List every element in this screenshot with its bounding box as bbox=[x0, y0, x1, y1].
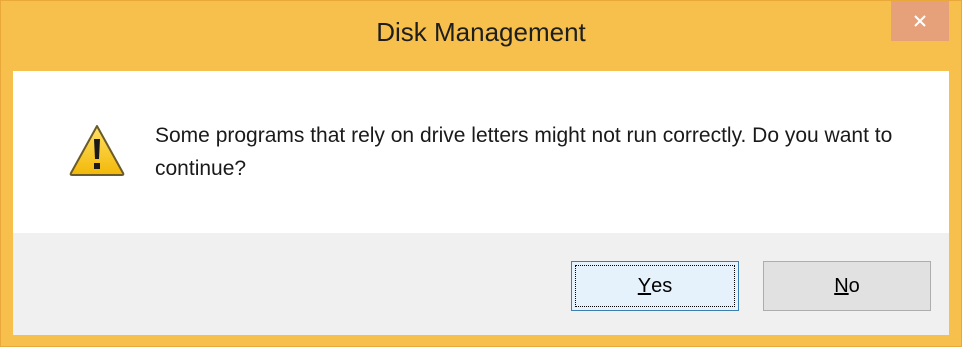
no-mnemonic: N bbox=[834, 274, 849, 297]
window-title: Disk Management bbox=[376, 17, 586, 47]
dialog-message: Some programs that rely on drive letters… bbox=[155, 124, 893, 180]
close-icon bbox=[914, 15, 926, 27]
no-label-rest: o bbox=[848, 274, 860, 297]
title-bar[interactable]: Disk Management bbox=[1, 1, 961, 71]
no-button[interactable]: No bbox=[763, 261, 931, 311]
warning-icon bbox=[69, 125, 125, 176]
message-area: Some programs that rely on drive letters… bbox=[13, 71, 949, 233]
button-bar: Yes No bbox=[13, 233, 949, 335]
focus-ring bbox=[575, 265, 735, 307]
dialog-window: Disk Management Some programs that rely … bbox=[0, 0, 962, 347]
close-button[interactable] bbox=[891, 1, 949, 41]
dialog-client-area: Some programs that rely on drive letters… bbox=[13, 71, 949, 335]
yes-button[interactable]: Yes bbox=[571, 261, 739, 311]
